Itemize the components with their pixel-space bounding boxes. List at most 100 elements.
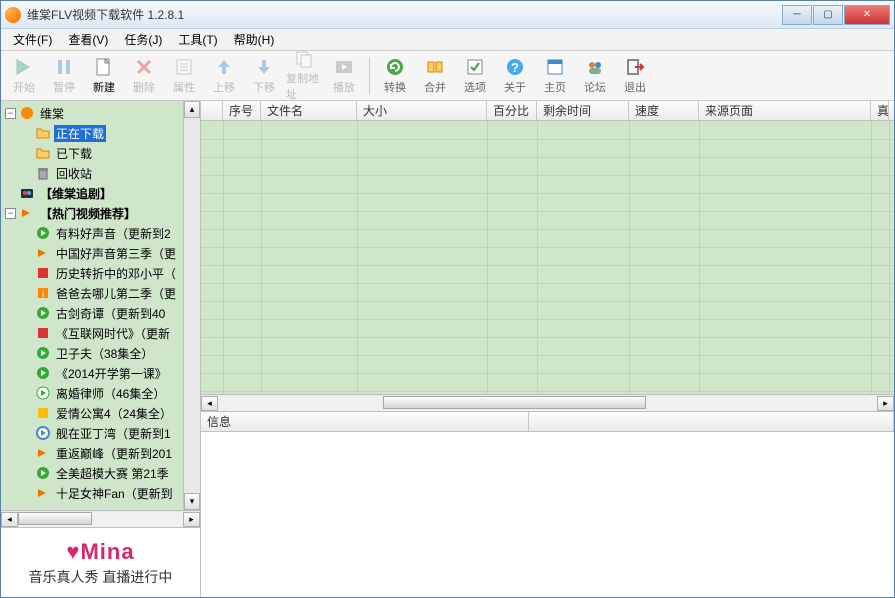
toolbar-论坛[interactable]: 论坛: [576, 54, 614, 98]
toolbar-删除: 删除: [125, 54, 163, 98]
tree-view[interactable]: ▴▾ −维棠正在下载已下载回收站【维棠追剧】−【热门视频推荐】有料好声音（更新到…: [1, 101, 200, 510]
tree-toggle-icon: [21, 288, 32, 299]
tree-item-icon: [35, 125, 51, 141]
tree-item-label: 十足女神Fan（更新到: [54, 485, 175, 502]
tree-item-9[interactable]: 爱情公寓4（24集全）: [1, 403, 200, 423]
tree-item-label: 卫子夫（38集全）: [54, 345, 155, 362]
tree-item-label: 爱情公寓4（24集全）: [54, 405, 174, 422]
tree-item-4[interactable]: 古剑奇谭（更新到40: [1, 303, 200, 323]
toolbar-icon: [384, 56, 406, 78]
tree-downloading[interactable]: 正在下载: [1, 123, 200, 143]
tree-item-icon: [19, 185, 35, 201]
menu-view[interactable]: 查看(V): [60, 29, 116, 50]
tree-item-icon: [35, 305, 51, 321]
toolbar-选项[interactable]: 选项: [456, 54, 494, 98]
tree-item-label: 古剑奇谭（更新到40: [54, 305, 167, 322]
tree-drama[interactable]: 【维棠追剧】: [1, 183, 200, 203]
tree-item-label: 正在下载: [54, 125, 106, 142]
tree-item-icon: [35, 365, 51, 381]
column-header-8[interactable]: 真: [871, 101, 889, 120]
tree-item-8[interactable]: 离婚律师（46集全）: [1, 383, 200, 403]
tree-item-icon: [35, 225, 51, 241]
tree-item-icon: [35, 145, 51, 161]
toolbar-icon: [464, 56, 486, 78]
tree-item-11[interactable]: 重返巅峰（更新到201: [1, 443, 200, 463]
download-grid[interactable]: 序号文件名大小百分比剩余时间速度来源页面真 ◂ ▸: [201, 101, 894, 412]
grid-header: 序号文件名大小百分比剩余时间速度来源页面真: [201, 101, 894, 121]
tree-item-label: 重返巅峰（更新到201: [54, 445, 174, 462]
menu-task[interactable]: 任务(J): [116, 29, 170, 50]
tree-item-label: 《2014开学第一课》: [54, 365, 169, 382]
tree-item-icon: [35, 405, 51, 421]
toolbar-icon: [93, 56, 115, 78]
toolbar-icon: [293, 49, 315, 69]
tree-item-6[interactable]: 卫子夫（38集全）: [1, 343, 200, 363]
ad-panel[interactable]: ♥Mina 音乐真人秀 直播进行中: [1, 527, 200, 597]
tree-downloaded[interactable]: 已下载: [1, 143, 200, 163]
toolbar-icon: [133, 56, 155, 78]
tree-item-label: 舰在亚丁湾（更新到1: [54, 425, 173, 442]
column-header-0[interactable]: [201, 101, 223, 120]
toolbar-暂停: 暂停: [45, 54, 83, 98]
tree-item-2[interactable]: 历史转折中的邓小平（: [1, 263, 200, 283]
column-header-1[interactable]: 序号: [223, 101, 261, 120]
column-header-2[interactable]: 文件名: [261, 101, 357, 120]
menu-help[interactable]: 帮助(H): [226, 29, 283, 50]
toolbar-label: 开始: [13, 79, 35, 95]
tree-item-3[interactable]: i爸爸去哪儿第二季（更: [1, 283, 200, 303]
toolbar-label: 退出: [624, 79, 646, 95]
toolbar-转换[interactable]: 转换: [376, 54, 414, 98]
tree-toggle-icon: [21, 268, 32, 279]
tree-vscroll[interactable]: ▴▾: [183, 101, 200, 510]
column-header-5[interactable]: 剩余时间: [537, 101, 629, 120]
tree-item-0[interactable]: 有料好声音（更新到2: [1, 223, 200, 243]
menu-file[interactable]: 文件(F): [5, 29, 60, 50]
toolbar-label: 复制地址: [286, 70, 322, 102]
tree-hot[interactable]: −【热门视频推荐】: [1, 203, 200, 223]
tree-item-12[interactable]: 全美超模大赛 第21季: [1, 463, 200, 483]
column-header-4[interactable]: 百分比: [487, 101, 537, 120]
toolbar-label: 属性: [173, 79, 195, 95]
toolbar-label: 上移: [213, 79, 235, 95]
maximize-button[interactable]: ▢: [813, 5, 843, 25]
toolbar-关于[interactable]: ?关于: [496, 54, 534, 98]
ad-text: 音乐真人秀 直播进行中: [29, 567, 173, 587]
column-header-3[interactable]: 大小: [357, 101, 487, 120]
tree-item-label: 【维棠追剧】: [38, 185, 114, 202]
tree-item-icon: [35, 445, 51, 461]
tree-toggle-icon[interactable]: −: [5, 108, 16, 119]
toolbar-合并[interactable]: 合并: [416, 54, 454, 98]
toolbar-新建[interactable]: 新建: [85, 54, 123, 98]
tree-item-5[interactable]: 《互联网时代》（更新: [1, 323, 200, 343]
tree-item-13[interactable]: 十足女神Fan（更新到: [1, 483, 200, 503]
tree-item-7[interactable]: 《2014开学第一课》: [1, 363, 200, 383]
tree-recycle[interactable]: 回收站: [1, 163, 200, 183]
toolbar-label: 转换: [384, 79, 406, 95]
toolbar-icon: [213, 56, 235, 78]
column-header-6[interactable]: 速度: [629, 101, 699, 120]
tree-item-10[interactable]: 舰在亚丁湾（更新到1: [1, 423, 200, 443]
grid-hscroll[interactable]: ◂ ▸: [201, 394, 894, 411]
toolbar-icon: [424, 56, 446, 78]
toolbar-label: 合并: [424, 79, 446, 95]
tree-root[interactable]: −维棠: [1, 103, 200, 123]
minimize-button[interactable]: ─: [782, 5, 812, 25]
tree-item-label: 有料好声音（更新到2: [54, 225, 173, 242]
toolbar-主页[interactable]: 主页: [536, 54, 574, 98]
tree-item-label: 《互联网时代》（更新: [54, 325, 172, 342]
toolbar-退出[interactable]: 退出: [616, 54, 654, 98]
toolbar-label: 暂停: [53, 79, 75, 95]
tree-toggle-icon[interactable]: −: [5, 208, 16, 219]
toolbar-label: 论坛: [584, 79, 606, 95]
tree-toggle-icon: [21, 448, 32, 459]
toolbar-icon: [253, 56, 275, 78]
tree-hscroll[interactable]: ◂ ▸: [1, 510, 200, 527]
tree-item-1[interactable]: 中国好声音第三季（更: [1, 243, 200, 263]
menu-tools[interactable]: 工具(T): [170, 29, 225, 50]
tree-item-icon: [35, 325, 51, 341]
tree-item-icon: [35, 385, 51, 401]
tree-item-icon: [35, 165, 51, 181]
close-button[interactable]: ✕: [844, 5, 890, 25]
column-header-7[interactable]: 来源页面: [699, 101, 871, 120]
toolbar-上移: 上移: [205, 54, 243, 98]
